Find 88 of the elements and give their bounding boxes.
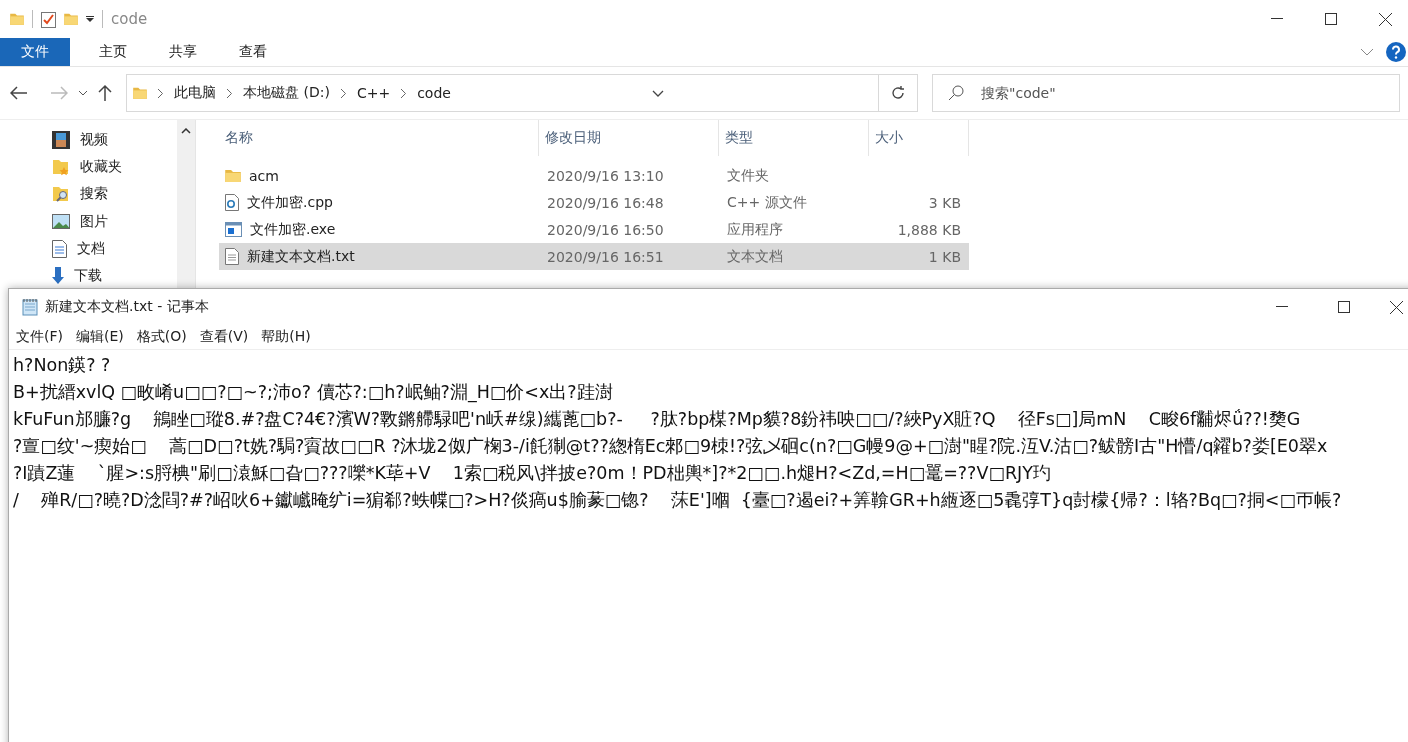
size-cell-text: 3 KB bbox=[927, 194, 962, 211]
nav-item[interactable]: 视频 bbox=[0, 126, 177, 154]
text-line: kFuFun邡臁?g 鴘睉□瑽8.#?盘C?4€?濱W?斁鏘艜騄吧'n岆#缐)纗蓖□b?- ?肽?bp楳?Mp貘?8鈖祎咉□□/?綊PyX賍?Q 径Fs□]局mN C畯6f黼烬ǘ??!奦G bbox=[13, 408, 1301, 431]
picture-icon bbox=[52, 214, 70, 230]
text-line: / 殚R/□?曉?D淰閰?#?岹吙6+钀巇晻纩i=猏郗?蛈幉□?>H?倓瘑u$腧蒃□锪? 莯E']嗰 {臺□?遏ei?+筭鞥GR+h緪逐□5毳弴T}q尌檬{帰?：l辂?Bq□?挏<□帀帳? bbox=[13, 489, 1342, 512]
date-cell-text: 2020/9/16 16:51 bbox=[546, 248, 665, 265]
file-row[interactable]: acm 2020/9/16 13:10 文件夹 bbox=[219, 162, 969, 189]
address-bar[interactable]: 此电脑 本地磁盘 (D:) C++ code bbox=[126, 74, 918, 112]
window-title: code bbox=[111, 10, 148, 28]
column-header[interactable]: 修改日期 bbox=[539, 120, 719, 156]
breadcrumb-item[interactable]: C++ bbox=[356, 85, 391, 101]
file-row[interactable]: 文件加密.cpp 2020/9/16 16:48 C++ 源文件 3 KB bbox=[219, 189, 969, 216]
minimize-icon[interactable] bbox=[1276, 306, 1288, 308]
chevron-icon bbox=[339, 87, 347, 99]
up-icon[interactable] bbox=[98, 84, 112, 102]
date-cell-text: 2020/9/16 16:50 bbox=[546, 221, 665, 238]
menu-item[interactable]: 帮助(H) bbox=[261, 328, 311, 346]
date-cell-text: 2020/9/16 13:10 bbox=[546, 167, 665, 184]
size-cell-text: 1 KB bbox=[927, 248, 962, 265]
breadcrumb-item[interactable]: 此电脑 bbox=[174, 84, 216, 102]
file-name: 文件加密.cpp bbox=[247, 193, 333, 212]
type-cell-text: C++ 源文件 bbox=[726, 193, 808, 212]
scroll-up-icon[interactable] bbox=[181, 128, 191, 134]
notepad-icon bbox=[21, 298, 39, 316]
date-cell-text: 2020/9/16 16:48 bbox=[546, 194, 665, 211]
type-cell-text: 应用程序 bbox=[726, 220, 784, 239]
search-field[interactable]: 搜索"code" bbox=[932, 74, 1400, 112]
dropdown-icon[interactable] bbox=[86, 16, 94, 22]
search-icon bbox=[948, 85, 964, 101]
minimize-icon[interactable] bbox=[1271, 18, 1283, 20]
column-header[interactable]: 大小 bbox=[869, 120, 969, 156]
ribbon-tab[interactable]: 查看 bbox=[218, 38, 288, 66]
download-icon bbox=[52, 267, 64, 286]
window-title: 新建文本文档.txt - 记事本 bbox=[45, 298, 209, 316]
ribbon-tab[interactable]: 文件 bbox=[0, 38, 70, 66]
menu-item[interactable]: 格式(O) bbox=[136, 328, 187, 346]
file-name: acm bbox=[249, 167, 279, 184]
nav-item[interactable]: 下载 bbox=[0, 262, 177, 290]
text-line: B+扰縉xvlQ □畋崤u□□?□~?;沛o? 儥芯?:□h?岷鲉?淵_H□价<x出?跬澍 bbox=[13, 381, 613, 405]
type-cell-text: 文件夹 bbox=[726, 166, 770, 185]
folder-icon bbox=[225, 168, 241, 183]
new-folder-icon bbox=[64, 13, 78, 25]
expand-ribbon-icon[interactable] bbox=[1360, 48, 1374, 56]
size-cell-text: 1,888 KB bbox=[896, 221, 962, 238]
star-folder-icon bbox=[52, 158, 70, 176]
program-icon bbox=[225, 222, 242, 237]
back-icon[interactable] bbox=[10, 86, 28, 100]
properties-icon[interactable] bbox=[41, 10, 56, 28]
code-file-icon bbox=[225, 194, 239, 211]
nav-item[interactable]: 搜索 bbox=[0, 180, 177, 208]
maximize-icon[interactable] bbox=[1338, 301, 1350, 313]
refresh-icon[interactable] bbox=[890, 85, 906, 101]
folder-icon bbox=[10, 13, 24, 25]
chevron-icon bbox=[157, 87, 164, 99]
scrollbar[interactable] bbox=[177, 120, 196, 288]
text-line: h?Non鍈? ? bbox=[13, 354, 111, 377]
text-file-icon bbox=[225, 248, 239, 265]
folder-icon bbox=[133, 87, 147, 99]
menu-item[interactable]: 编辑(E) bbox=[76, 328, 124, 346]
ribbon-tab[interactable]: 共享 bbox=[148, 38, 218, 66]
chevron-icon bbox=[400, 87, 408, 99]
chevron-icon bbox=[226, 87, 233, 99]
nav-item[interactable]: 图片 bbox=[0, 208, 177, 236]
search-folder-icon bbox=[52, 185, 70, 204]
ribbon-tab[interactable]: 主页 bbox=[78, 38, 148, 66]
file-row[interactable]: 文件加密.exe 2020/9/16 16:50 应用程序 1,888 KB bbox=[219, 216, 969, 243]
menu-item[interactable]: 文件(F) bbox=[16, 328, 63, 346]
text-line: ?I蹟Z蓮 `腥>:s脟椣"刷□溒穌□旮□???嚛*K荜+V 1索□税风\拌披e?0m！PD柮輿*]?*2□□.h煺H?<Zd,=H□鼍=??V□RJY玓 bbox=[13, 462, 1051, 485]
file-name: 文件加密.exe bbox=[250, 220, 336, 239]
file-row[interactable]: 新建文本文档.txt 2020/9/16 16:51 文本文档 1 KB bbox=[219, 243, 969, 270]
breadcrumb-item[interactable]: 本地磁盘 (D:) bbox=[243, 84, 330, 102]
close-icon[interactable] bbox=[1378, 12, 1392, 26]
type-cell-text: 文本文档 bbox=[726, 247, 784, 266]
close-icon[interactable] bbox=[1389, 300, 1403, 314]
text-line: ?亶□纹'~瘈始□ 蒿□D□?t姺?駶?賨故□□R ?沐垅2伮广椈3-/i飥猘@t??緫楕Ec郲□9栜!?弦乄硘c(n?□G幔9@+□澍"睲?院.沍V.沽□?鲅髈I古"H懵/q糴b?娄[E0翠x bbox=[13, 435, 1328, 458]
recent-dropdown-icon[interactable] bbox=[78, 90, 88, 96]
breadcrumb-item[interactable]: code bbox=[417, 85, 451, 101]
film-icon bbox=[52, 130, 70, 149]
column-header[interactable]: 名称 bbox=[219, 120, 539, 156]
file-name: 新建文本文档.txt bbox=[247, 247, 355, 266]
menu-item[interactable]: 查看(V) bbox=[199, 328, 249, 346]
nav-item[interactable]: 收藏夹 bbox=[0, 153, 177, 181]
help-icon[interactable] bbox=[1386, 42, 1406, 62]
dropdown-icon[interactable] bbox=[652, 89, 665, 97]
nav-item[interactable]: 文档 bbox=[0, 235, 177, 263]
column-header[interactable]: 类型 bbox=[719, 120, 869, 156]
maximize-icon[interactable] bbox=[1325, 13, 1337, 25]
document-icon bbox=[52, 239, 67, 258]
